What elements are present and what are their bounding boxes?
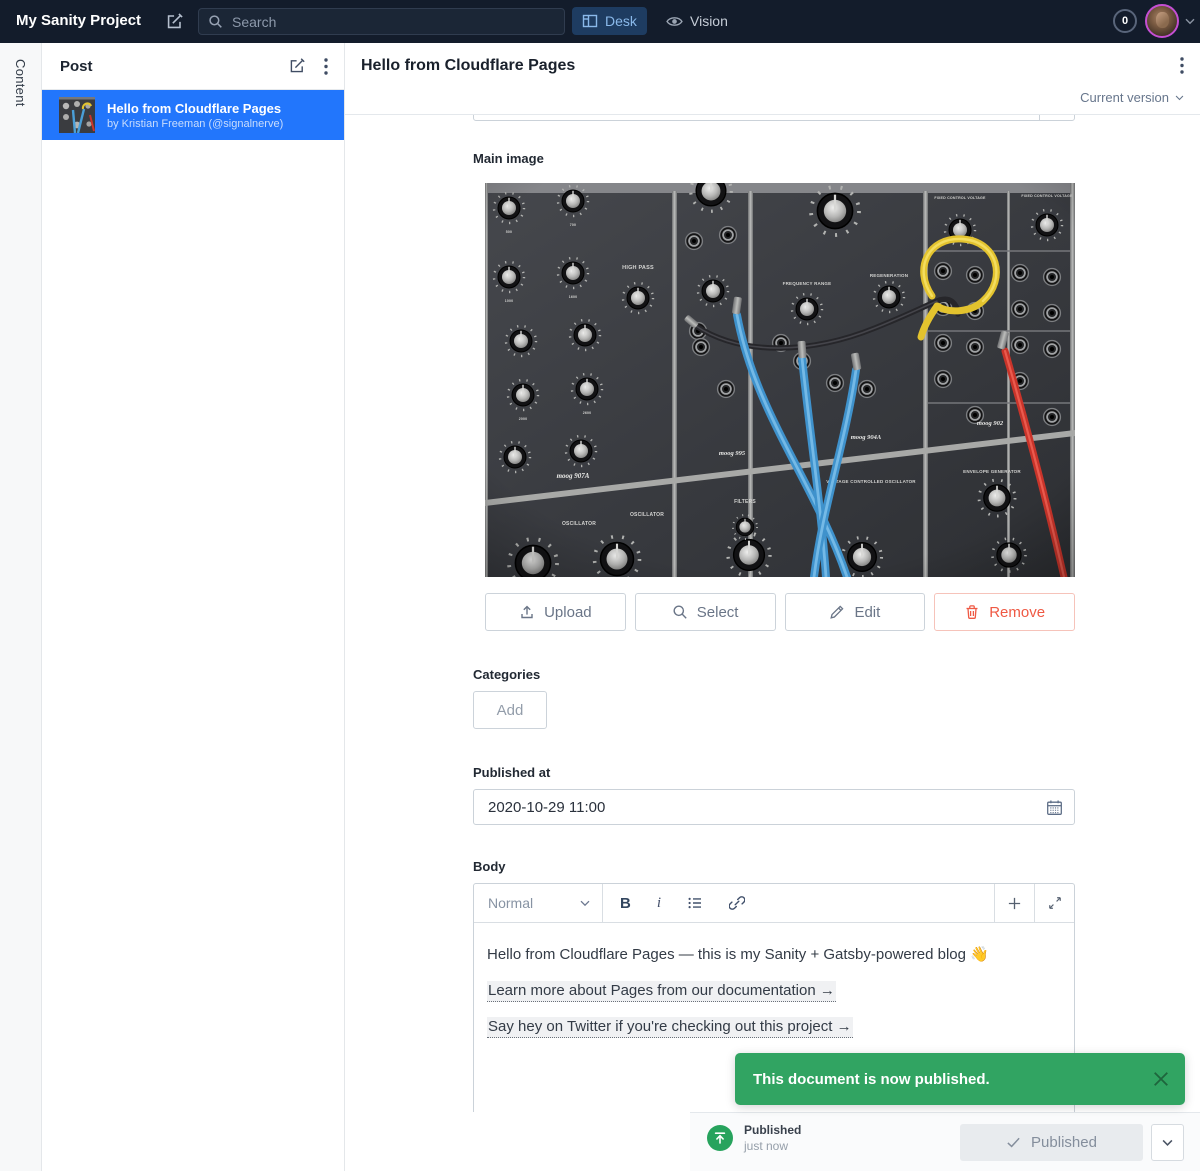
plus-icon (1007, 896, 1022, 911)
post-thumbnail (59, 97, 95, 133)
publish-button-label: Published (1031, 1134, 1097, 1151)
tab-desk[interactable]: Desk (572, 7, 647, 35)
main-image-preview[interactable]: HIGH PASS FREQUENCY RANGE REGENERATION F… (485, 183, 1075, 577)
fullscreen-button[interactable] (1034, 884, 1074, 922)
tab-desk-label: Desk (605, 13, 637, 29)
desk-icon (582, 13, 598, 29)
content-rail-tab[interactable]: Content (13, 59, 28, 107)
bullet-list-button[interactable] (687, 895, 703, 911)
format-buttons: B i (603, 884, 994, 922)
body-link[interactable]: Learn more about Pages from our document… (487, 981, 836, 1002)
bold-button[interactable]: B (620, 895, 631, 912)
publish-status-text: Published just now (744, 1123, 801, 1153)
add-category-button[interactable]: Add (473, 691, 547, 729)
body-link[interactable]: Say hey on Twitter if you're checking ou… (487, 1017, 853, 1038)
title-field-partial[interactable] (473, 115, 1075, 121)
toast-notification: This document is now published. (735, 1053, 1185, 1105)
published-at-input[interactable] (486, 798, 1046, 817)
body-label: Body (473, 859, 506, 874)
chevron-down-icon (1175, 95, 1184, 101)
pencil-icon (829, 604, 845, 620)
search-box (198, 8, 565, 35)
status-time: just now (744, 1139, 801, 1153)
published-at-label: Published at (473, 765, 550, 780)
list-item-post[interactable]: Hello from Cloudflare Pages by Kristian … (42, 90, 344, 140)
calendar-icon[interactable] (1046, 799, 1063, 816)
body-paragraph: Learn more about Pages from our document… (487, 980, 1061, 1001)
document-footer: Published just now Published (690, 1112, 1200, 1171)
topbar: My Sanity Project Desk Vision 0 (0, 0, 1200, 43)
publish-menu-button[interactable] (1151, 1124, 1184, 1161)
notifications-badge[interactable]: 0 (1113, 9, 1137, 33)
list-menu-kebab-icon[interactable] (324, 58, 328, 75)
edit-button-label: Edit (854, 604, 880, 621)
trash-icon (964, 604, 980, 620)
published-at-field (473, 789, 1075, 825)
field-divider (1039, 115, 1040, 120)
project-title: My Sanity Project (16, 12, 141, 29)
search-input[interactable] (230, 13, 534, 31)
post-item-subtitle: by Kristian Freeman (@signalnerve) (107, 118, 283, 130)
check-icon (1006, 1135, 1021, 1150)
document-pane: Hello from Cloudflare Pages Current vers… (345, 43, 1200, 1171)
upload-button[interactable]: Upload (485, 593, 626, 631)
status-title: Published (744, 1123, 801, 1137)
chevron-down-icon[interactable] (1185, 18, 1195, 25)
post-list-header: Post (42, 43, 344, 90)
select-button[interactable]: Select (635, 593, 776, 631)
editor-content[interactable]: Hello from Cloudflare Pages — this is my… (474, 923, 1074, 1037)
new-document-icon[interactable] (288, 57, 306, 75)
toast-message: This document is now published. (753, 1071, 1153, 1088)
italic-button[interactable]: i (657, 895, 661, 912)
expand-icon (1048, 896, 1062, 910)
link-button[interactable] (729, 895, 745, 911)
published-status-icon (707, 1125, 733, 1151)
chevron-down-icon (580, 900, 590, 907)
style-select-value: Normal (488, 895, 533, 911)
remove-button-label: Remove (989, 604, 1045, 621)
paragraph-text: Hello from Cloudflare Pages — this is my… (487, 946, 989, 963)
version-selector[interactable]: Current version (1080, 90, 1184, 105)
editor-toolbar: Normal B i (474, 884, 1074, 923)
notifications-count: 0 (1122, 15, 1128, 27)
select-button-label: Select (697, 604, 739, 621)
publish-status: Published just now (707, 1123, 801, 1153)
chevron-down-icon (1162, 1139, 1173, 1147)
tab-vision-label: Vision (690, 13, 728, 29)
close-icon[interactable] (1153, 1071, 1169, 1087)
upload-icon (519, 604, 535, 620)
remove-button[interactable]: Remove (934, 593, 1075, 631)
tab-vision[interactable]: Vision (656, 7, 738, 35)
image-actions: Upload Select Edit Remove (485, 593, 1075, 631)
document-header: Hello from Cloudflare Pages Current vers… (345, 43, 1200, 115)
version-label: Current version (1080, 90, 1169, 105)
edit-button[interactable]: Edit (785, 593, 926, 631)
body-paragraph: Hello from Cloudflare Pages — this is my… (487, 944, 1061, 965)
content-rail: Content (0, 43, 42, 1171)
compose-icon[interactable] (165, 12, 184, 31)
list-pane-title: Post (60, 58, 288, 75)
upload-button-label: Upload (544, 604, 592, 621)
post-list-pane: Post Hello from Cloudflare Pages by Kris… (42, 43, 345, 1171)
search-icon (672, 604, 688, 620)
post-item-text: Hello from Cloudflare Pages by Kristian … (107, 101, 283, 130)
main-image-label: Main image (473, 151, 544, 166)
eye-icon (666, 13, 683, 30)
avatar[interactable] (1145, 4, 1179, 38)
body-paragraph: Say hey on Twitter if you're checking ou… (487, 1016, 1061, 1037)
insert-block-button[interactable] (994, 884, 1034, 922)
post-item-title: Hello from Cloudflare Pages (107, 101, 283, 116)
document-title: Hello from Cloudflare Pages (361, 57, 575, 75)
add-category-label: Add (497, 702, 524, 719)
categories-label: Categories (473, 667, 540, 682)
publish-button[interactable]: Published (960, 1124, 1143, 1161)
search-icon (208, 14, 223, 29)
document-form: Main image (345, 115, 1200, 1112)
document-menu-kebab-icon[interactable] (1180, 57, 1184, 74)
style-select[interactable]: Normal (474, 884, 603, 922)
